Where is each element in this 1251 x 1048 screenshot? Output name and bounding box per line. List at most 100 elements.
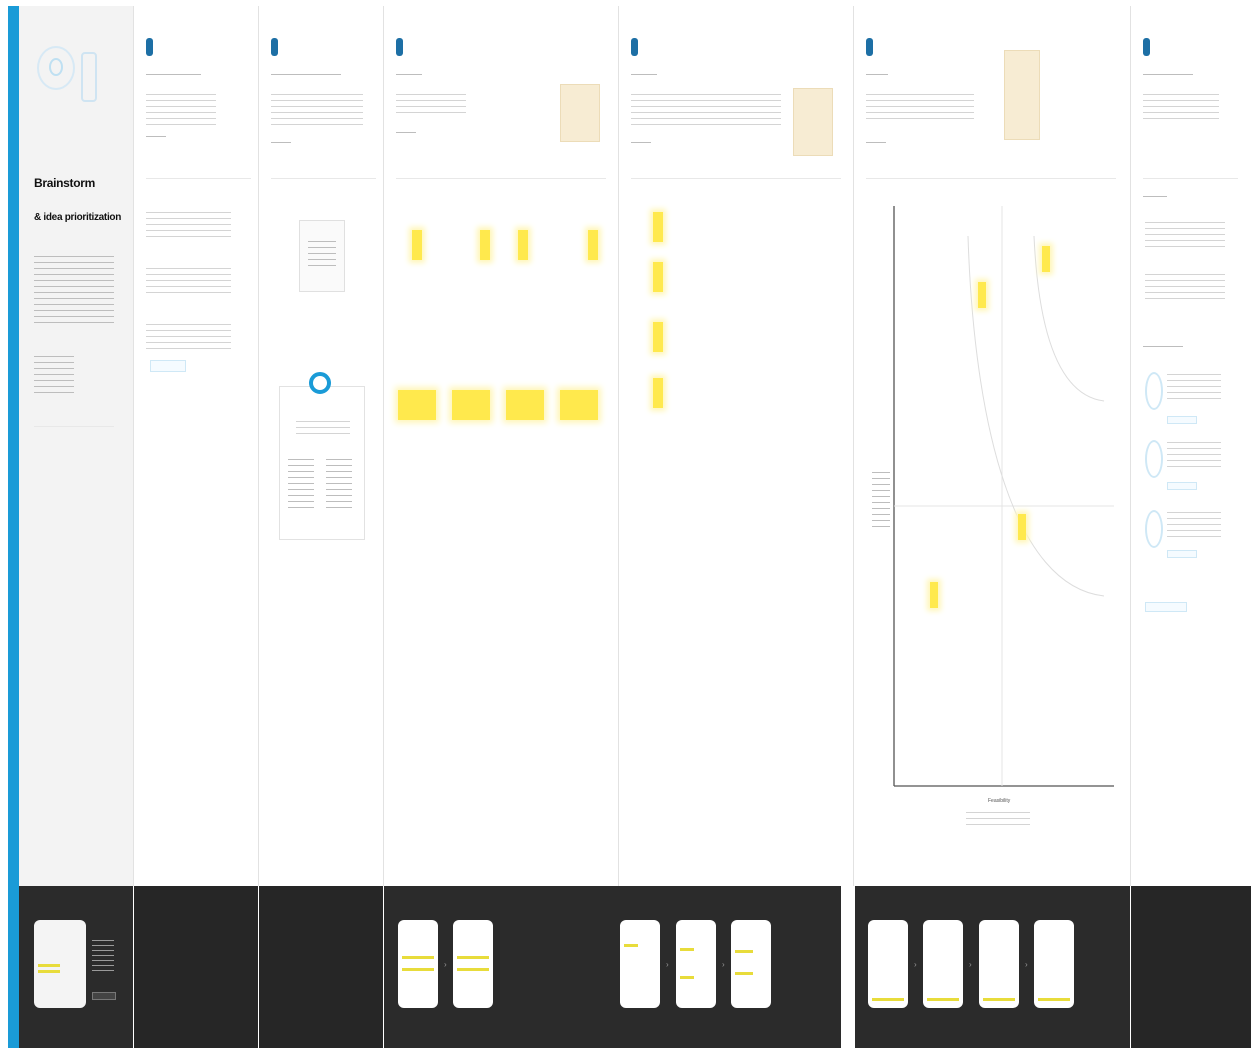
step-title xyxy=(1143,74,1193,80)
section-label xyxy=(1143,346,1183,350)
participants-panel xyxy=(279,386,365,540)
divider xyxy=(146,178,251,179)
checklist-item xyxy=(146,268,231,298)
sticky-note[interactable] xyxy=(978,282,986,308)
x-axis-sublabel xyxy=(966,812,1030,826)
sticky-note[interactable] xyxy=(480,230,490,260)
step-link[interactable] xyxy=(866,142,886,146)
preview-strip xyxy=(134,886,258,1048)
sticky-note-group[interactable] xyxy=(398,390,436,420)
sticky-note-group[interactable] xyxy=(560,390,598,420)
step-description xyxy=(866,94,974,122)
step-column-5: Feasibility xyxy=(853,6,1130,886)
share-button[interactable] xyxy=(1145,602,1187,612)
intro-meta xyxy=(34,356,74,396)
step-number-badge xyxy=(146,38,153,56)
step-description xyxy=(271,94,363,128)
intro-description xyxy=(34,256,114,328)
arrow-icon: › xyxy=(722,960,725,969)
step-number-badge xyxy=(866,38,873,56)
target-icon xyxy=(49,58,63,76)
preview-thumbnail[interactable] xyxy=(34,920,86,1008)
sticky-note[interactable] xyxy=(518,230,528,260)
template-link[interactable] xyxy=(1167,416,1197,424)
step-number-badge xyxy=(396,38,403,56)
preview-caption xyxy=(92,940,120,1010)
step-column-1 xyxy=(133,6,258,886)
preview-thumbnail[interactable] xyxy=(731,920,771,1008)
checklist-item xyxy=(1145,274,1225,304)
divider xyxy=(396,178,606,179)
y-axis-label xyxy=(872,472,890,528)
divider xyxy=(271,178,376,179)
step-link[interactable] xyxy=(146,136,166,140)
checklist-item xyxy=(146,212,231,242)
sticky-note[interactable] xyxy=(653,212,663,242)
template-description xyxy=(1167,374,1221,400)
preview-thumbnail[interactable] xyxy=(398,920,438,1008)
sticky-note[interactable] xyxy=(412,230,422,260)
preview-thumbnail[interactable] xyxy=(676,920,716,1008)
arrow-icon: › xyxy=(444,960,447,969)
example-image xyxy=(560,84,600,142)
intro-panel: Brainstorm & idea prioritization xyxy=(19,6,133,886)
sticky-note[interactable] xyxy=(588,230,598,260)
arrow-icon: › xyxy=(1025,960,1028,969)
divider xyxy=(866,178,1116,179)
preview-thumbnail[interactable] xyxy=(453,920,493,1008)
example-image xyxy=(1004,50,1040,140)
template-description xyxy=(1167,442,1221,468)
bracket-decoration xyxy=(81,52,97,102)
step-link[interactable] xyxy=(271,142,291,146)
step-description xyxy=(1143,94,1219,120)
template-icon xyxy=(1145,510,1163,548)
divider xyxy=(34,426,114,427)
sticky-note[interactable] xyxy=(653,262,663,292)
step-title xyxy=(396,74,422,80)
prioritization-grid xyxy=(893,206,1114,787)
sticky-note[interactable] xyxy=(930,582,938,608)
step-number-badge xyxy=(631,38,638,56)
preview-thumbnail[interactable] xyxy=(868,920,908,1008)
step-column-4 xyxy=(618,6,853,886)
arrow-icon: › xyxy=(914,960,917,969)
target-icon xyxy=(309,372,331,394)
step-number-badge xyxy=(271,38,278,56)
step-column-6 xyxy=(1130,6,1251,886)
step-link[interactable] xyxy=(396,132,416,136)
sticky-note-group[interactable] xyxy=(506,390,544,420)
sticky-note[interactable] xyxy=(653,322,663,352)
step-column-3 xyxy=(383,6,618,886)
step-link[interactable] xyxy=(631,142,651,146)
divider xyxy=(1143,178,1238,179)
board-title: Brainstorm xyxy=(34,176,96,190)
sticky-note[interactable] xyxy=(1042,246,1050,272)
x-axis-label: Feasibility xyxy=(988,798,1011,804)
template-icon xyxy=(1145,372,1163,410)
template-description xyxy=(1167,512,1221,538)
template-link[interactable] xyxy=(1167,550,1197,558)
template-card xyxy=(299,220,345,292)
canvas-board: Brainstorm & idea prioritization Feasibi… xyxy=(0,0,1251,1048)
preview-thumbnail[interactable] xyxy=(979,920,1019,1008)
sticky-note-group[interactable] xyxy=(452,390,490,420)
arrow-icon: › xyxy=(666,960,669,969)
step-column-2 xyxy=(258,6,383,886)
curve-line xyxy=(967,235,1105,597)
checklist-item xyxy=(1145,222,1225,252)
divider xyxy=(631,178,841,179)
template-icon xyxy=(1145,440,1163,478)
step-title xyxy=(271,74,341,80)
arrow-icon: › xyxy=(969,960,972,969)
preview-thumbnail[interactable] xyxy=(1034,920,1074,1008)
preview-thumbnail[interactable] xyxy=(620,920,660,1008)
preview-thumbnail[interactable] xyxy=(923,920,963,1008)
step-description xyxy=(631,94,781,128)
open-button[interactable] xyxy=(150,360,186,372)
template-link[interactable] xyxy=(1167,482,1197,490)
step-description xyxy=(396,94,466,114)
step-description xyxy=(146,94,216,128)
sticky-note[interactable] xyxy=(653,378,663,408)
step-number-badge xyxy=(1143,38,1150,56)
sticky-note[interactable] xyxy=(1018,514,1026,540)
